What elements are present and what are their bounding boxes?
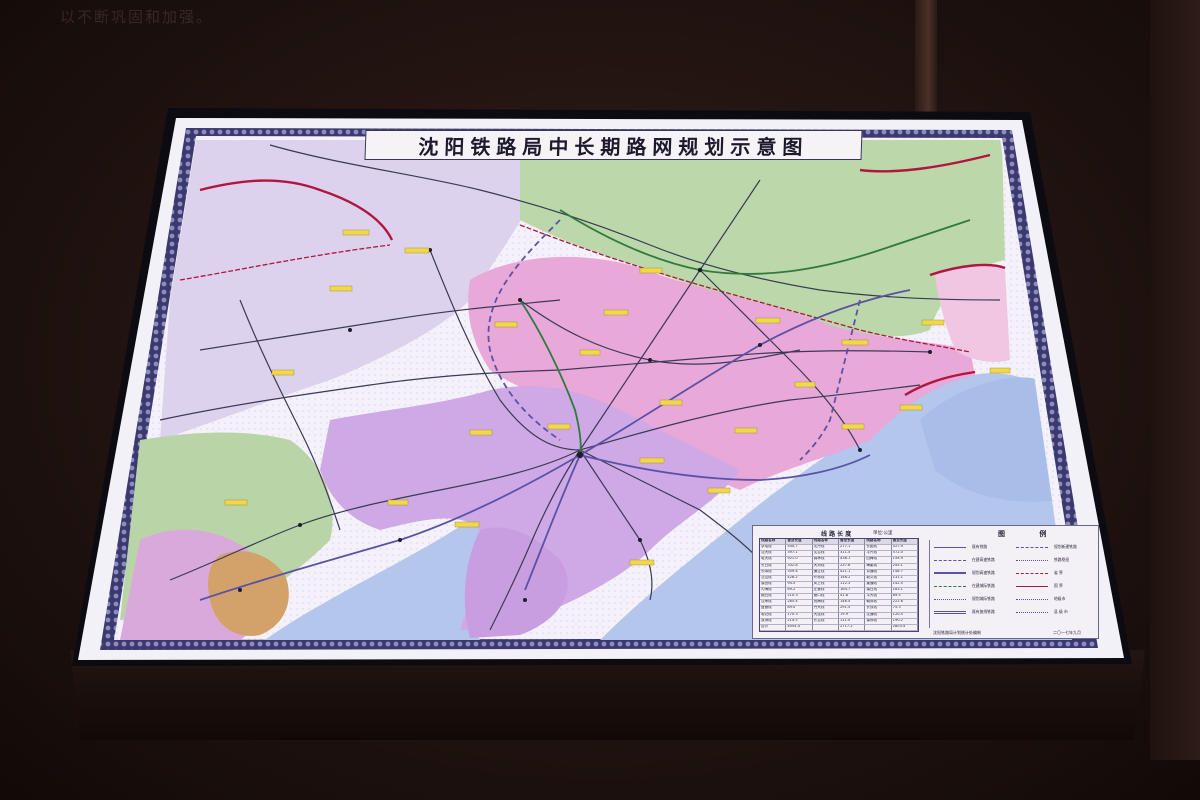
legend-item: 既有铁路 — [934, 544, 987, 550]
table-cell: 合计 — [760, 624, 787, 631]
legend-swatch — [934, 585, 966, 587]
legend-item: 规划城际铁路 — [934, 596, 995, 602]
line-length-table: 线路名称 营业长度 线路名称 营业长度 线路名称 营业长度 京哈线 544.7 沈丹线 277.1… — [759, 538, 919, 632]
legend-label: 地级市 — [1054, 596, 1066, 601]
legend-swatch — [934, 598, 966, 600]
table-cell: 4054.4 — [786, 624, 813, 631]
legend-label: 国 界 — [1054, 583, 1063, 588]
legend-title: 图 例 — [998, 530, 1063, 538]
map-date: 二〇一七年九月 — [1053, 630, 1081, 635]
legend-item: 地级市 — [1016, 596, 1065, 602]
legend-swatch — [1016, 598, 1048, 600]
legend-label: 县 级 市 — [1054, 609, 1068, 614]
legend-item: 国 界 — [1016, 583, 1063, 589]
table-cell: 2717.2 — [839, 624, 866, 631]
legend-item: 铁路枢纽 — [1016, 557, 1069, 563]
legend-label: 规划高速铁路 — [972, 570, 995, 575]
legend-label: 既有复线铁路 — [972, 609, 995, 614]
legend-swatch — [1016, 546, 1048, 548]
legend-label: 规划城际铁路 — [972, 596, 995, 601]
legend-swatch — [934, 610, 966, 614]
legend-swatch — [934, 572, 966, 574]
legend-item: 规划新建铁路 — [1016, 544, 1077, 550]
legend-label: 规划新建铁路 — [1054, 544, 1077, 549]
legend-item: 规划高速铁路 — [934, 570, 995, 576]
map-lightbox — [72, 108, 1132, 666]
legend: 既有铁路在建高速铁路 规划高速铁路 在建城际铁路 规划城际铁路 既有复线铁路 规划新建铁路… — [929, 540, 1092, 628]
map-title: 沈阳铁路局中长期路网规划示意图 — [364, 130, 863, 160]
legend-label: 在建城际铁路 — [972, 583, 995, 588]
legend-label: 省 界 — [1054, 570, 1063, 575]
legend-item: 既有复线铁路 — [934, 609, 995, 615]
legend-label: 既有铁路 — [972, 544, 988, 549]
table-unit: 单位:公里 — [873, 531, 893, 536]
map-compiler-credit: 沈阳铁路局计划统计处编制 — [933, 630, 981, 635]
table-cell — [812, 624, 839, 631]
table-title: 线 路 长 度 — [821, 531, 852, 538]
legend-swatch — [934, 559, 966, 561]
table-cell — [865, 624, 892, 631]
legend-swatch — [1016, 585, 1048, 587]
legend-item: 省 界 — [1016, 570, 1063, 576]
table-cell: 2803.4 — [891, 624, 918, 631]
legend-label: 在建高速铁路 — [972, 557, 995, 562]
photo-scene: 以不断巩固和加强。 沈阳铁路局中长期路网规划示意图 线 路 长 度 单位:公里 … — [0, 0, 1200, 800]
legend-swatch — [934, 546, 966, 548]
legend-item: 在建高速铁路 — [934, 557, 995, 563]
legend-swatch — [1016, 572, 1048, 574]
legend-item: 县 级 市 — [1016, 609, 1068, 615]
legend-swatch — [1016, 559, 1048, 561]
legend-item: 在建城际铁路 — [934, 583, 995, 589]
legend-label: 铁路枢纽 — [1054, 557, 1070, 562]
legend-swatch — [1016, 611, 1048, 613]
info-panel: 线 路 长 度 单位:公里 线路名称 营业长度 线路名称 营业长度 线路名称 营业长度 京哈… — [752, 525, 1099, 639]
